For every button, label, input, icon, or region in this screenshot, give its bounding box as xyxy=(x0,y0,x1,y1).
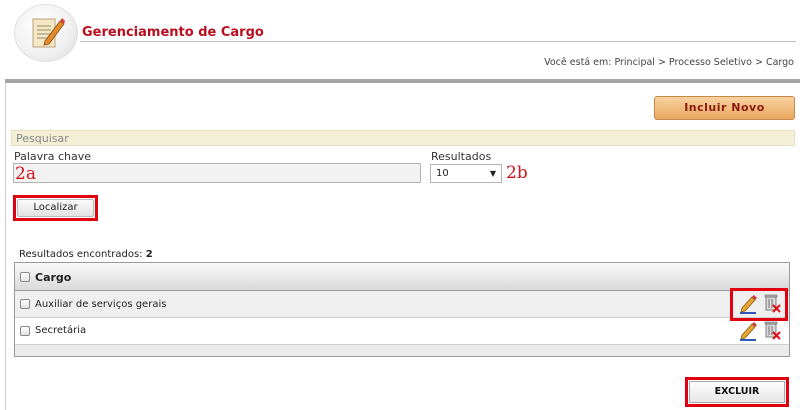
trash-delete-icon[interactable] xyxy=(763,293,781,313)
annotation-2a: 2a xyxy=(15,164,36,184)
search-button[interactable]: Localizar xyxy=(17,199,94,217)
keyword-label: Palavra chave xyxy=(14,150,91,163)
app-logo xyxy=(14,4,78,62)
table-footer xyxy=(15,345,789,356)
select-all-checkbox[interactable] xyxy=(20,272,30,282)
annotation-2b: 2b xyxy=(506,163,528,183)
row-checkbox[interactable] xyxy=(20,326,30,336)
results-count-label: Resultados encontrados: xyxy=(19,249,143,260)
column-header-cargo: Cargo xyxy=(35,271,72,284)
content-border xyxy=(5,83,6,410)
keyword-input[interactable] xyxy=(13,163,421,183)
header-divider xyxy=(80,41,796,42)
pencil-edit-icon[interactable] xyxy=(739,321,757,341)
trash-delete-icon[interactable] xyxy=(763,320,781,340)
document-edit-icon xyxy=(32,18,65,48)
row-cargo-name: Secretária xyxy=(35,325,87,336)
section-divider xyxy=(5,79,800,83)
results-count: Resultados encontrados: 2 xyxy=(19,249,153,260)
results-per-page-label: Resultados xyxy=(431,150,492,163)
include-new-button[interactable]: Incluir Novo xyxy=(654,96,795,120)
results-count-value: 2 xyxy=(145,249,153,260)
table-header xyxy=(15,263,789,291)
row-cargo-name: Auxiliar de serviços gerais xyxy=(35,299,167,310)
dropdown-arrow-icon: ▼ xyxy=(489,169,496,178)
pencil-edit-icon[interactable] xyxy=(739,294,757,314)
search-panel-title: Pesquisar xyxy=(16,132,69,145)
page-title: Gerenciamento de Cargo xyxy=(82,25,264,40)
results-per-page-select[interactable]: 10 ▼ xyxy=(430,164,502,183)
delete-button[interactable]: EXCLUIR xyxy=(689,381,785,403)
breadcrumb: Você está em: Principal > Processo Selet… xyxy=(544,57,794,68)
table-row xyxy=(15,318,789,345)
results-per-page-value: 10 xyxy=(436,168,449,179)
search-panel-header xyxy=(11,130,795,146)
row-checkbox[interactable] xyxy=(20,299,30,309)
